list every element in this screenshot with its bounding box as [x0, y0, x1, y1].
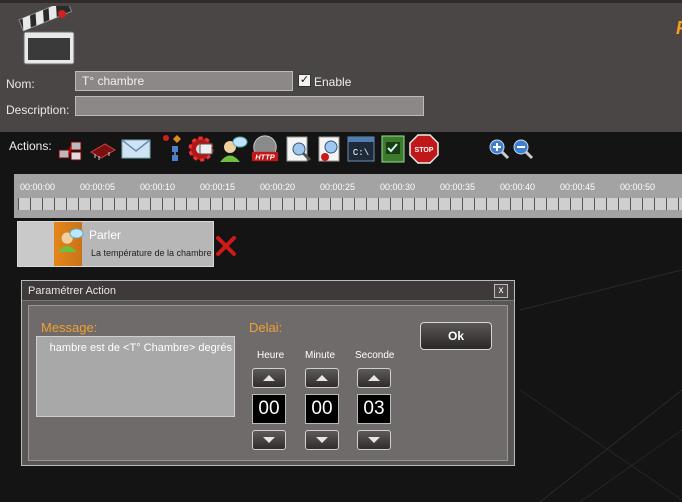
script-icon[interactable]	[378, 134, 408, 164]
stop-text: STOP	[415, 147, 434, 154]
timeline-label: 00:00:00	[20, 182, 56, 192]
nom-input[interactable]: T° chambre	[75, 71, 293, 91]
network-icon[interactable]	[56, 134, 86, 164]
actions-label: Actions:	[9, 139, 52, 153]
timeline-label: 00:00:15	[200, 182, 236, 192]
zoom-out-icon[interactable]	[512, 134, 534, 164]
properties-panel: F Nom: T° chambre ✓ Enable Description:	[0, 0, 682, 132]
ok-button[interactable]: Ok	[420, 322, 492, 350]
speak-icon[interactable]	[218, 134, 248, 164]
minute-down-button[interactable]	[305, 430, 339, 450]
enable-label: Enable	[314, 75, 352, 89]
action-block-title: Parler	[89, 228, 122, 242]
http-icon[interactable]: HTTP	[250, 134, 280, 164]
dialog-title: Paramétrer Action	[28, 285, 117, 297]
description-label: Description:	[6, 103, 70, 117]
seconde-label: Seconde	[355, 350, 395, 361]
delete-action-icon[interactable]	[215, 235, 237, 257]
timeline-action-block[interactable]: Parler La température de la chambre	[17, 221, 214, 267]
console-icon[interactable]: C:\	[346, 134, 376, 164]
zoom-in-icon[interactable]	[488, 134, 510, 164]
timeline-label: 00:00:50	[620, 182, 656, 192]
chevron-down-icon	[316, 437, 328, 443]
enable-checkbox[interactable]: ✓	[298, 74, 311, 87]
mail-icon[interactable]	[121, 134, 151, 164]
heure-label: Heure	[257, 350, 285, 361]
close-button[interactable]: x	[494, 284, 508, 298]
chevron-up-icon	[368, 375, 380, 381]
top-divider	[0, 0, 682, 3]
http-text: HTTP	[255, 152, 276, 161]
seconde-down-button[interactable]	[357, 430, 391, 450]
record-icon[interactable]	[316, 134, 346, 164]
delai-label: Delai:	[249, 320, 283, 335]
nom-label: Nom:	[6, 77, 35, 91]
message-textarea[interactable]: hambre est de <T° Chambre> degrés	[36, 336, 235, 417]
heure-up-button[interactable]	[252, 368, 286, 388]
timeline-label: 00:00:20	[260, 182, 296, 192]
timeline-label: 00:00:30	[380, 182, 416, 192]
timeline-ruler[interactable]: 00:00:00 00:00:05 00:00:10 00:00:15 00:0…	[14, 174, 682, 218]
heure-value[interactable]: 00	[252, 394, 286, 424]
action-block-stub	[18, 222, 54, 266]
settings-icon[interactable]	[186, 134, 216, 164]
seconde-up-button[interactable]	[357, 368, 391, 388]
timeline-ticks	[18, 198, 682, 210]
timeline-label: 00:00:25	[320, 182, 356, 192]
chip-icon[interactable]	[88, 134, 118, 164]
action-block-subtitle: La température de la chambre	[91, 248, 212, 258]
shapes-icon[interactable]	[157, 134, 187, 164]
parametrer-action-dialog: Paramétrer Action x Message: hambre est …	[21, 280, 515, 466]
dialog-body: Message: hambre est de <T° Chambre> degr…	[28, 305, 508, 461]
chevron-down-icon	[263, 437, 275, 443]
minute-value[interactable]: 00	[305, 394, 339, 424]
console-text: C:\	[353, 148, 369, 158]
chevron-down-icon	[368, 437, 380, 443]
chevron-up-icon	[263, 375, 275, 381]
actions-toolbar: Actions: HTTP C:\ STOP	[0, 132, 682, 172]
timeline-label: 00:00:40	[500, 182, 536, 192]
clapperboard-logo-icon	[18, 6, 75, 65]
timeline-label: 00:00:05	[80, 182, 116, 192]
background-decoration	[520, 270, 682, 502]
timeline-label: 00:00:45	[560, 182, 596, 192]
corner-accent-mark: F	[676, 18, 682, 36]
minute-label: Minute	[305, 350, 336, 361]
heure-down-button[interactable]	[252, 430, 286, 450]
seconde-value[interactable]: 03	[357, 394, 391, 424]
chevron-up-icon	[316, 375, 328, 381]
search-icon[interactable]	[284, 134, 314, 164]
timeline-label: 00:00:10	[140, 182, 176, 192]
minute-up-button[interactable]	[305, 368, 339, 388]
speak-icon	[57, 228, 84, 253]
stop-icon[interactable]: STOP	[409, 134, 439, 164]
message-text: hambre est de <T° Chambre> degrés	[49, 342, 232, 354]
message-label: Message:	[41, 320, 98, 335]
dialog-titlebar[interactable]: Paramétrer Action x	[22, 281, 514, 301]
timeline-label: 00:00:35	[440, 182, 476, 192]
description-input[interactable]	[75, 96, 424, 116]
